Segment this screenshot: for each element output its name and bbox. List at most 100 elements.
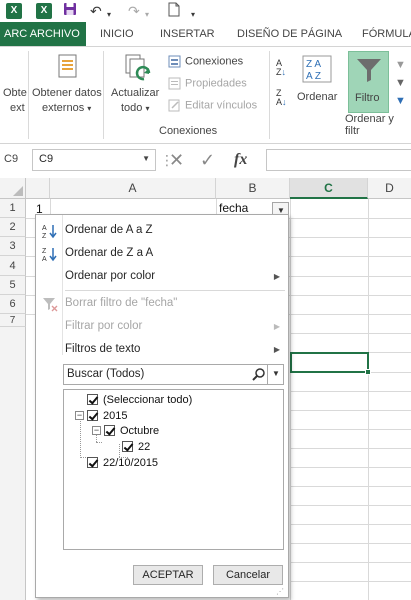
svg-text:Z A: Z A <box>306 59 321 70</box>
filter-search-input[interactable]: Buscar (Todos) ▼ <box>63 364 284 385</box>
propiedades-button[interactable]: Propiedades <box>168 77 247 90</box>
name-box[interactable]: C9 ▼ <box>32 149 156 171</box>
search-icon[interactable] <box>252 368 265 381</box>
checkbox-year-2015[interactable] <box>87 410 98 421</box>
column-header-b[interactable]: B <box>216 178 290 199</box>
checkbox-month-octubre[interactable] <box>104 425 115 436</box>
clear-filter-icon[interactable]: ▼ <box>395 59 406 71</box>
funnel-icon <box>357 59 381 82</box>
column-header-a[interactable]: A <box>50 178 216 199</box>
sort-dialog-icon[interactable]: Z AA Z <box>302 55 332 85</box>
checkbox-date-text[interactable] <box>87 457 98 468</box>
tree-connector <box>96 442 102 443</box>
tree-connector <box>119 444 120 457</box>
ribbon-separator <box>28 51 29 139</box>
tab-file-label: ARCHIVO <box>29 28 80 40</box>
external-data-icon[interactable] <box>52 53 82 83</box>
tab-file-prefix: ARC <box>4 28 28 40</box>
row-header-area <box>0 327 26 600</box>
menu-sort-az[interactable]: AZ Ordenar de A a Z <box>36 219 288 242</box>
row-header[interactable]: 3 <box>0 237 26 256</box>
select-all-corner[interactable] <box>0 178 26 199</box>
actualizar-label[interactable]: Actualizar <box>111 87 159 99</box>
tab-inicio[interactable]: INICIO <box>100 22 134 46</box>
save-icon[interactable] <box>63 2 77 20</box>
filter-values-tree: (Seleccionar todo) − 2015 − Octubre 22 2… <box>63 389 284 550</box>
obtener-datos-label[interactable]: Obtener datos <box>32 87 102 99</box>
excel-icon[interactable]: X <box>36 3 52 19</box>
column-header-hidden[interactable] <box>26 178 50 199</box>
properties-icon <box>168 77 181 90</box>
svg-text:A: A <box>42 225 47 232</box>
menu-sort-by-color[interactable]: Ordenar por color ▶ <box>36 265 288 288</box>
actualizar-label-2: todo ▾ <box>121 102 150 114</box>
tree-label-year: 2015 <box>103 410 128 422</box>
column-header-c[interactable]: C <box>290 178 368 199</box>
new-doc-icon[interactable] <box>168 2 180 21</box>
cancel-button[interactable]: Cancelar <box>213 565 283 585</box>
fill-handle[interactable] <box>365 369 371 375</box>
row-header[interactable]: 5 <box>0 276 26 295</box>
name-box-value: C9 <box>39 153 54 165</box>
column-header-d[interactable]: D <box>368 178 411 199</box>
connections-icon <box>168 55 181 68</box>
confirm-entry-icon[interactable]: ✓ <box>200 150 215 170</box>
ribbon-tabs: ARC ARCHIVO INICIO INSERTAR DISEÑO DE PÁ… <box>0 22 411 46</box>
menu-text-filters[interactable]: Filtros de texto ▶ <box>36 338 288 361</box>
conexiones-button[interactable]: Conexiones <box>168 55 243 68</box>
tab-insertar[interactable]: INSERTAR <box>160 22 215 46</box>
chevron-down-icon[interactable]: ▼ <box>142 154 150 163</box>
obtener-cut-label[interactable]: Obte <box>3 87 27 99</box>
filter-button[interactable]: Filtro <box>348 51 389 113</box>
sort-za-icon[interactable]: Z A↓ <box>276 89 287 107</box>
menu-clear-filter[interactable]: Borrar filtro de "fecha" <box>36 292 288 315</box>
row-header[interactable]: 4 <box>0 256 26 276</box>
resize-grip-icon[interactable]: ⋰ <box>276 588 284 596</box>
menu-filter-by-color[interactable]: Filtrar por color ▶ <box>36 315 288 338</box>
gridline <box>290 562 411 563</box>
autofilter-menu: AZ Ordenar de A a Z ZA Ordenar de Z a A … <box>35 214 289 598</box>
collapse-icon[interactable]: − <box>92 426 101 435</box>
gridline <box>290 199 291 600</box>
sort-za-icon: ZA <box>42 248 57 262</box>
svg-text:Z: Z <box>42 248 47 255</box>
tab-diseno-pagina[interactable]: DISEÑO DE PÁGINA <box>237 22 342 46</box>
collapse-icon[interactable]: − <box>75 411 84 420</box>
ordenar-label[interactable]: Ordenar <box>297 91 337 103</box>
editar-vinculos-button[interactable]: Editar vínculos <box>168 99 257 112</box>
advanced-filter-icon[interactable]: ▼ <box>395 95 406 107</box>
ribbon-separator <box>103 51 104 139</box>
chevron-down-icon: ▼ <box>272 369 280 378</box>
tab-formulas[interactable]: FÓRMULA <box>362 22 411 46</box>
gridline <box>290 524 411 525</box>
row-header[interactable]: 6 <box>0 295 26 314</box>
selected-cell-c9[interactable] <box>290 352 369 373</box>
tab-archivo[interactable]: ARC ARCHIVO <box>0 22 86 46</box>
checkbox-select-all[interactable] <box>87 394 98 405</box>
insert-function-icon[interactable]: fx <box>234 149 247 171</box>
svg-text:Z: Z <box>42 233 47 239</box>
reapply-filter-icon[interactable]: ▼ <box>395 77 406 89</box>
search-scope-dropdown[interactable]: ▼ <box>267 365 283 384</box>
sort-az-icon[interactable]: A Z↓ <box>276 59 286 77</box>
ok-button[interactable]: ACEPTAR <box>133 565 203 585</box>
gridline <box>290 448 411 449</box>
redo-icon[interactable]: ↷ <box>128 2 140 20</box>
formula-input[interactable] <box>266 149 411 171</box>
undo-icon[interactable]: ↶ <box>90 2 102 20</box>
row-header[interactable]: 2 <box>0 218 26 237</box>
gridline <box>290 543 411 544</box>
checkbox-day-22[interactable] <box>122 441 133 452</box>
tree-label-select-all: (Seleccionar todo) <box>103 394 193 406</box>
row-header[interactable]: 7 <box>0 314 26 327</box>
obtener-cut-label-2: ext <box>10 102 25 114</box>
menu-sort-za[interactable]: ZA Ordenar de Z a A <box>36 242 288 265</box>
quick-access-toolbar: X X ↶ ▾ ↷ ▾ ▾ <box>0 0 411 22</box>
gridline <box>290 429 411 430</box>
refresh-all-icon[interactable] <box>122 53 152 83</box>
submenu-arrow-icon: ▶ <box>273 322 280 331</box>
namebox-prefix: C9 <box>4 153 19 165</box>
cell-b1[interactable]: fecha <box>219 201 248 215</box>
cancel-entry-icon[interactable]: ✕ <box>169 150 184 170</box>
row-header[interactable]: 1 <box>0 199 26 218</box>
